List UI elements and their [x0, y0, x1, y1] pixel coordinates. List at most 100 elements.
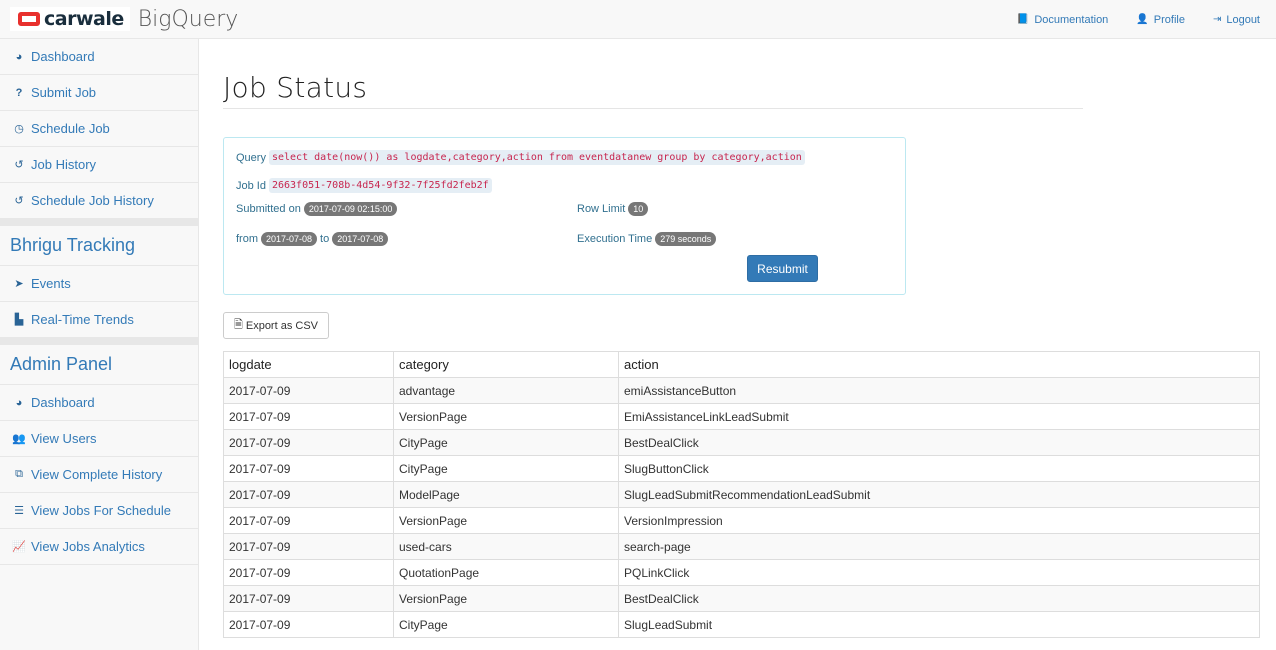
documentation-link[interactable]: 📘 Documentation: [1017, 14, 1108, 26]
users-icon: 👥: [12, 433, 26, 445]
cursor-icon: ➤: [14, 278, 24, 290]
job-details-panel: Query select date(now()) as logdate,cate…: [223, 137, 906, 295]
user-icon: 👤: [1136, 14, 1149, 25]
page-title: Job Status: [223, 71, 368, 104]
history-icon: ↺: [14, 159, 24, 171]
query-code: select date(now()) as logdate,category,a…: [268, 150, 805, 165]
cell-category: CityPage: [393, 455, 619, 482]
cell-action: VersionImpression: [618, 507, 1260, 534]
to-badge: 2017-07-08: [332, 232, 389, 246]
sidebar-item-view-users[interactable]: 👥 View Users: [0, 421, 198, 457]
submitted-row: Submitted on 2017-07-09 02:15:00: [236, 202, 400, 216]
table-row: 2017-07-09 CityPage BestDealClick: [223, 429, 1260, 456]
sidebar-item-label: View Users: [31, 431, 97, 446]
sidebar-item-job-history[interactable]: ↺ Job History: [0, 147, 198, 183]
sidebar-item-events[interactable]: ➤ Events: [0, 266, 198, 302]
sidebar-item-label: Real-Time Trends: [31, 312, 134, 327]
table-row: 2017-07-09 VersionPage VersionImpression: [223, 507, 1260, 534]
cell-action: SlugButtonClick: [618, 455, 1260, 482]
cell-category: advantage: [393, 377, 619, 404]
sidebar-item-dashboard[interactable]: ◕ Dashboard: [0, 39, 198, 75]
logo-text: carwale: [44, 8, 124, 30]
row-limit-row: Row Limit 10: [577, 202, 651, 216]
table-row: 2017-07-09 advantage emiAssistanceButton: [223, 377, 1260, 404]
profile-link[interactable]: 👤 Profile: [1136, 14, 1185, 26]
history-icon: ↺: [14, 195, 24, 207]
carwale-logo[interactable]: carwale: [10, 7, 130, 31]
cell-logdate: 2017-07-09: [223, 507, 394, 534]
app-name: BigQuery: [137, 6, 239, 32]
table-row: 2017-07-09 CityPage SlugLeadSubmit: [223, 611, 1260, 638]
cell-category: ModelPage: [393, 481, 619, 508]
documentation-label: Documentation: [1034, 13, 1109, 26]
export-csv-label: Export as CSV: [245, 319, 318, 332]
sidebar-item-label: Schedule Job: [31, 121, 110, 136]
cell-category: VersionPage: [393, 585, 619, 612]
cell-logdate: 2017-07-09: [223, 533, 394, 560]
column-header-category: category: [393, 351, 619, 378]
top-navbar: carwale BigQuery 📘 Documentation 👤 Profi…: [0, 0, 1276, 39]
table-header-row: logdate category action: [223, 351, 1260, 378]
column-header-action: action: [618, 351, 1260, 378]
cell-category: VersionPage: [393, 403, 619, 430]
table-row: 2017-07-09 ModelPage SlugLeadSubmitRecomme…: [223, 481, 1260, 508]
logout-label: Logout: [1226, 13, 1260, 26]
cell-logdate: 2017-07-09: [223, 585, 394, 612]
cell-action: BestDealClick: [618, 585, 1260, 612]
table-row: 2017-07-09 CityPage SlugButtonClick: [223, 455, 1260, 482]
submitted-badge: 2017-07-09 02:15:00: [303, 202, 398, 216]
sidebar-item-label: Job History: [31, 157, 97, 172]
resubmit-button[interactable]: Resubmit: [747, 255, 818, 282]
cell-action: SlugLeadSubmit: [618, 611, 1260, 638]
to-label: to: [320, 233, 330, 245]
cell-action: search-page: [618, 533, 1260, 560]
table-row: 2017-07-09 QuotationPage PQLinkClick: [223, 559, 1260, 586]
dashboard-icon: ◕: [15, 50, 23, 63]
logout-link[interactable]: ⇥ Logout: [1213, 14, 1260, 26]
sidebar-item-real-time-trends[interactable]: ▙ Real-Time Trends: [0, 302, 198, 338]
job-id-value: 2663f051-708b-4d54-9f32-7f25fd2feb2f: [268, 178, 492, 193]
book-icon: 📘: [1016, 14, 1030, 25]
query-row: Query select date(now()) as logdate,cate…: [236, 150, 805, 165]
sidebar-item-label: View Complete History: [31, 467, 163, 482]
cell-category: used-cars: [393, 533, 619, 560]
top-nav-links: 📘 Documentation 👤 Profile ⇥ Logout: [1017, 0, 1276, 39]
line-chart-icon: 📈: [12, 541, 26, 553]
title-divider: [223, 108, 1083, 109]
sidebar-item-label: Dashboard: [31, 395, 95, 410]
sidebar: ◕ Dashboard ? Submit Job ◷ Schedule Job ↺ Jo…: [0, 39, 199, 650]
sidebar-item-view-jobs-for-schedule[interactable]: ☰ View Jobs For Schedule: [0, 493, 198, 529]
cell-category: CityPage: [393, 611, 619, 638]
tasks-icon: ☰: [14, 505, 24, 517]
row-limit-label: Row Limit: [577, 203, 626, 215]
copy-icon: ⧉: [15, 468, 23, 480]
file-excel-icon: 🗎: [234, 319, 243, 331]
cell-action: emiAssistanceButton: [618, 377, 1260, 404]
clock-icon: ◷: [14, 123, 24, 135]
submitted-label: Submitted on: [236, 203, 301, 215]
sidebar-item-view-jobs-analytics[interactable]: 📈 View Jobs Analytics: [0, 529, 198, 565]
job-id-row: Job Id 2663f051-708b-4d54-9f32-7f25fd2fe…: [236, 178, 492, 193]
table-row: 2017-07-09 VersionPage BestDealClick: [223, 585, 1260, 612]
job-id-label: Job Id: [236, 179, 266, 192]
sidebar-header-admin: Admin Panel: [0, 345, 198, 385]
sidebar-item-label: Submit Job: [31, 85, 97, 100]
sidebar-item-view-complete-history[interactable]: ⧉ View Complete History: [0, 457, 198, 493]
sidebar-item-schedule-job-history[interactable]: ↺ Schedule Job History: [0, 183, 198, 219]
results-table: logdate category action 2017-07-09 advant…: [223, 351, 1260, 638]
sidebar-item-schedule-job[interactable]: ◷ Schedule Job: [0, 111, 198, 147]
cell-action: PQLinkClick: [618, 559, 1260, 586]
from-badge: 2017-07-08: [261, 232, 318, 246]
execution-time-label: Execution Time: [577, 233, 653, 245]
sidebar-item-label: Schedule Job History: [31, 193, 154, 208]
cell-category: QuotationPage: [393, 559, 619, 586]
brand[interactable]: carwale BigQuery: [10, 6, 238, 32]
execution-time-badge: 279 seconds: [655, 232, 717, 246]
export-csv-button[interactable]: 🗎 Export as CSV: [223, 312, 329, 339]
sidebar-item-submit-job[interactable]: ? Submit Job: [0, 75, 198, 111]
dashboard-icon: ◕: [15, 396, 23, 409]
carwale-logo-icon: [18, 12, 40, 26]
sidebar-item-admin-dashboard[interactable]: ◕ Dashboard: [0, 385, 198, 421]
query-label: Query: [236, 151, 266, 164]
execution-time-row: Execution Time 279 seconds: [577, 232, 719, 246]
